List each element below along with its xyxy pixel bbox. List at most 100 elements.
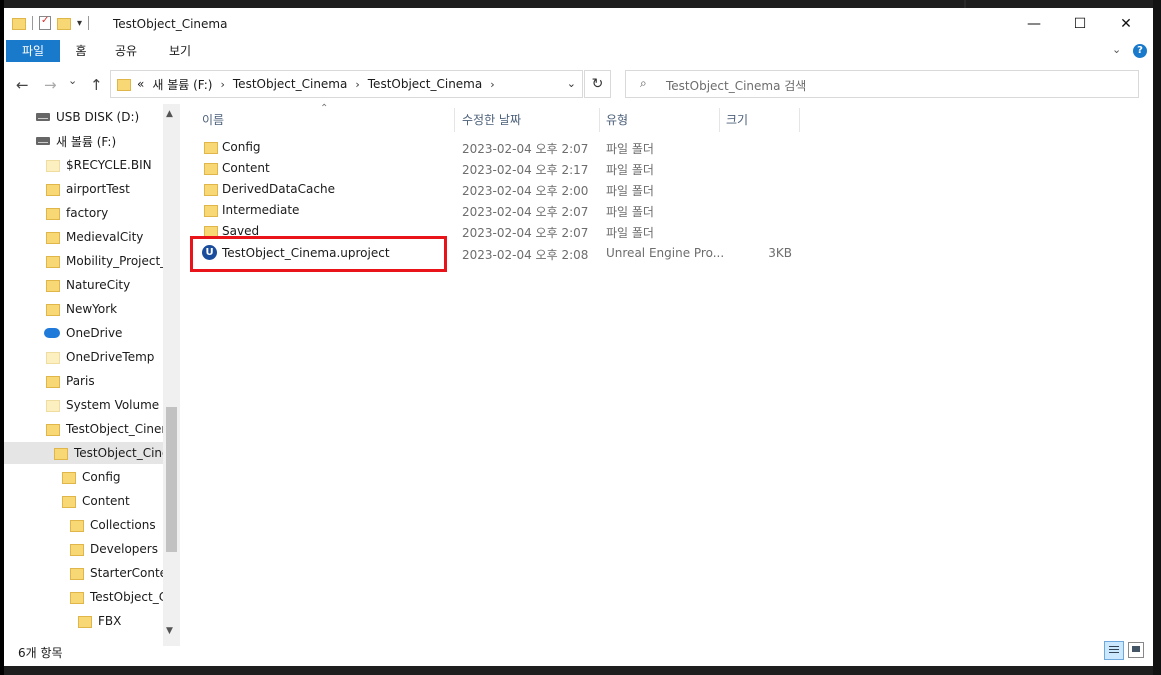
- tree-item-medievalcity[interactable]: MedievalCity: [4, 226, 180, 248]
- tree-item-label: Developers: [90, 542, 158, 556]
- tree-item-label: Paris: [66, 374, 95, 388]
- tab-share[interactable]: 공유: [112, 40, 140, 62]
- file-row[interactable]: Content 2023-02-04 오후 2:17 파일 폴더: [190, 158, 800, 179]
- file-name: Intermediate: [222, 203, 300, 217]
- tree-item-onedrive[interactable]: OneDrive: [4, 322, 180, 344]
- file-date: 2023-02-04 오후 2:07: [462, 205, 589, 219]
- tree-item-testobject-cinema-content[interactable]: TestObject_Cir: [4, 586, 180, 608]
- tree-item-newyork[interactable]: NewYork: [4, 298, 180, 320]
- scroll-down-icon[interactable]: ▼: [166, 626, 173, 636]
- folder-icon: [12, 16, 26, 30]
- help-icon[interactable]: ?: [1133, 44, 1147, 58]
- file-row[interactable]: Config 2023-02-04 오후 2:07 파일 폴더: [190, 137, 800, 158]
- back-arrow-icon[interactable]: ←: [16, 76, 29, 94]
- tree-item-label: factory: [66, 206, 109, 220]
- column-header-modified[interactable]: 수정한 날짜: [462, 108, 521, 132]
- tree-item-label: Collections: [90, 518, 156, 532]
- explorer-window: ▾ TestObject_Cinema — ☐ ✕ 파일 홈 공유 보기 ⌄ ?…: [4, 8, 1153, 666]
- breadcrumb-folder[interactable]: TestObject_Cinema: [233, 77, 347, 91]
- file-name: Content: [222, 161, 270, 175]
- search-input[interactable]: TestObject_Cinema 검색: [666, 77, 806, 94]
- column-divider[interactable]: [719, 108, 720, 132]
- folder-icon: [117, 77, 131, 91]
- folder-icon: [46, 350, 60, 364]
- tree-item-volume-f[interactable]: 새 볼륨 (F:): [4, 130, 180, 152]
- folder-icon: [70, 518, 84, 532]
- folder-icon: [46, 254, 60, 268]
- annotation-highlight-box: [190, 236, 447, 272]
- tab-home[interactable]: 홈: [68, 40, 94, 62]
- breadcrumb-volume[interactable]: 새 볼륨 (F:): [152, 76, 212, 93]
- tree-item-airporttest[interactable]: airportTest: [4, 178, 180, 200]
- tree-item-config[interactable]: Config: [4, 466, 180, 488]
- chevron-right-icon[interactable]: ›: [220, 78, 224, 91]
- maximize-button[interactable]: ☐: [1057, 8, 1103, 40]
- large-icons-view-icon[interactable]: [1128, 642, 1144, 658]
- tree-item-recycle-bin[interactable]: $RECYCLE.BIN: [4, 154, 180, 176]
- chevron-right-icon[interactable]: ›: [490, 78, 494, 91]
- file-type: 파일 폴더: [606, 142, 654, 156]
- chevron-right-icon[interactable]: ›: [355, 78, 359, 91]
- navigation-pane: USB DISK (D:) 새 볼륨 (F:) $RECYCLE.BIN air…: [4, 104, 180, 646]
- tree-item-collections[interactable]: Collections: [4, 514, 180, 536]
- tree-item-system-volume[interactable]: System Volume In: [4, 394, 180, 416]
- breadcrumb-overflow[interactable]: «: [137, 77, 144, 91]
- scroll-up-icon[interactable]: ▲: [166, 109, 173, 119]
- address-bar[interactable]: « 새 볼륨 (F:) › TestObject_Cinema › TestOb…: [110, 70, 583, 98]
- column-header-size[interactable]: 크기: [726, 108, 748, 132]
- tree-item-factory[interactable]: factory: [4, 202, 180, 224]
- close-button[interactable]: ✕: [1103, 8, 1149, 40]
- customize-dropdown-icon[interactable]: ▾: [77, 18, 82, 29]
- breadcrumb-current[interactable]: TestObject_Cinema: [368, 77, 482, 91]
- tree-item-testobject-cinema-current[interactable]: TestObject_Ciner: [4, 442, 180, 464]
- tree-item-usb-disk[interactable]: USB DISK (D:): [4, 106, 180, 128]
- column-divider[interactable]: [799, 108, 800, 132]
- title-bar: ▾ TestObject_Cinema — ☐ ✕: [4, 8, 1153, 40]
- column-header-name[interactable]: 이름: [202, 108, 224, 132]
- recent-locations-icon[interactable]: ⌄: [68, 74, 77, 87]
- tree-item-fbx[interactable]: FBX: [4, 610, 180, 632]
- folder-icon: [70, 590, 84, 604]
- tree-item-startercontent[interactable]: StarterConten: [4, 562, 180, 584]
- tree-scrollbar-thumb[interactable]: [166, 407, 177, 552]
- forward-arrow-icon[interactable]: →: [44, 76, 57, 94]
- folder-icon: [46, 206, 60, 220]
- expand-ribbon-icon[interactable]: ⌄: [1112, 43, 1121, 56]
- chevron-down-icon[interactable]: ⌄: [567, 77, 576, 90]
- tree-item-label: Config: [82, 470, 121, 484]
- tree-item-label: TestObject_Ciner: [74, 446, 175, 460]
- tree-item-onedrivetemp[interactable]: OneDriveTemp: [4, 346, 180, 368]
- file-date: 2023-02-04 오후 2:00: [462, 184, 589, 198]
- column-divider[interactable]: [599, 108, 600, 132]
- new-folder-icon[interactable]: [57, 16, 71, 30]
- tab-file[interactable]: 파일: [6, 40, 60, 62]
- tree-item-developers[interactable]: Developers: [4, 538, 180, 560]
- folder-icon: [70, 542, 84, 556]
- column-header-type[interactable]: 유형: [606, 108, 628, 132]
- file-row[interactable]: Intermediate 2023-02-04 오후 2:07 파일 폴더: [190, 200, 800, 221]
- folder-icon: [62, 494, 76, 508]
- tree-item-mobility-project[interactable]: Mobility_Project_U: [4, 250, 180, 272]
- tree-item-paris[interactable]: Paris: [4, 370, 180, 392]
- minimize-button[interactable]: —: [1011, 8, 1057, 40]
- tab-view[interactable]: 보기: [166, 40, 194, 62]
- folder-icon: [46, 158, 60, 172]
- folder-icon: [46, 182, 60, 196]
- file-row[interactable]: DerivedDataCache 2023-02-04 오후 2:00 파일 폴…: [190, 179, 800, 200]
- tree-item-testobject-cinema[interactable]: TestObject_Cinema: [4, 418, 180, 440]
- refresh-button[interactable]: ↻: [584, 70, 611, 98]
- up-arrow-icon[interactable]: ↑: [90, 76, 103, 94]
- desktop-edge-right: [1153, 0, 1161, 675]
- tree-item-label: System Volume In: [66, 398, 175, 412]
- tree-scrollbar[interactable]: [163, 104, 180, 646]
- properties-icon[interactable]: [39, 15, 51, 30]
- tree-item-label: NatureCity: [66, 278, 131, 292]
- quick-access-toolbar: ▾: [12, 15, 90, 30]
- column-divider[interactable]: [454, 108, 455, 132]
- search-box[interactable]: ⌕ TestObject_Cinema 검색: [625, 70, 1139, 98]
- details-view-icon[interactable]: [1104, 641, 1124, 660]
- tree-item-naturecity[interactable]: NatureCity: [4, 274, 180, 296]
- folder-icon: [46, 278, 60, 292]
- folder-icon: [204, 140, 218, 154]
- tree-item-content[interactable]: Content: [4, 490, 180, 512]
